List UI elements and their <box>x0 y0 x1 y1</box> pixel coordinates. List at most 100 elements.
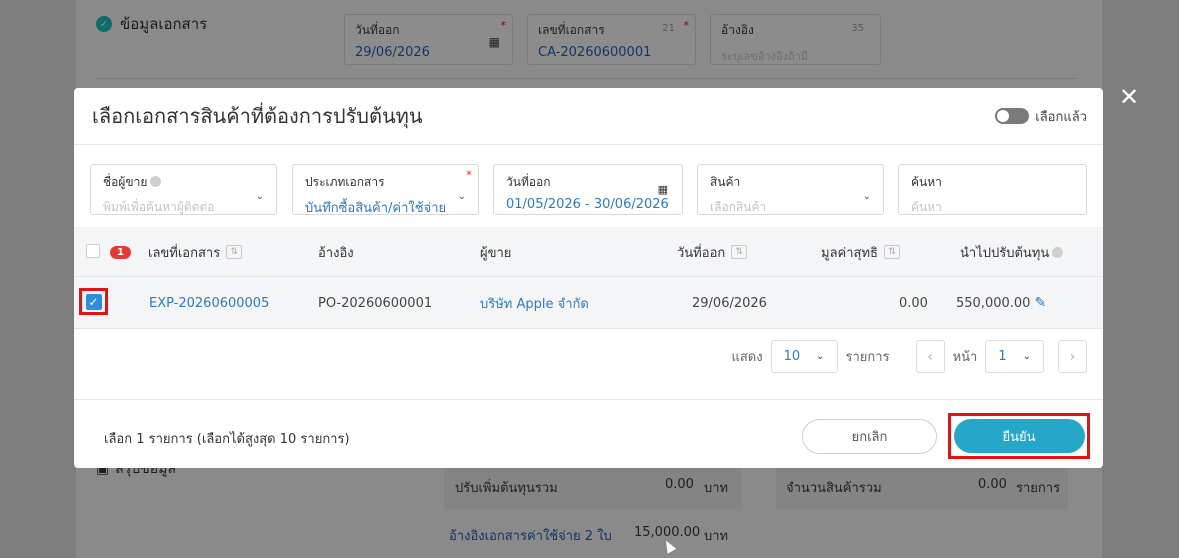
doc-number-counter: 21 <box>662 23 675 34</box>
qty-label: จำนวนสินค้ารวม <box>786 481 882 496</box>
calendar-icon: ▦ <box>657 183 668 196</box>
doc-number-value: CA-20260600001 <box>538 45 652 60</box>
chevron-down-icon: ⌄ <box>862 191 871 202</box>
row-checkbox[interactable]: ✓ <box>85 293 102 310</box>
row-adjust: 550,000.00 ✎ <box>956 277 1046 329</box>
selection-summary: เลือก 1 รายการ (เลือกได้สูงสุด 10 รายการ… <box>104 432 350 447</box>
product-filter-label: สินค้า <box>710 175 741 189</box>
qty-value: 0.00 <box>978 477 1007 492</box>
doc-number-field: เลขที่เอกสาร CA-20260600001 21 * <box>527 14 696 65</box>
col-adjust: นำไปปรับต้นทุน <box>960 227 1064 277</box>
doc-type-filter-value: บันทึกซื้อสินค้า/ค่าใช้จ่าย <box>305 201 447 216</box>
row-net-value: 0.00 <box>899 295 928 311</box>
row-doc-no-link[interactable]: EXP-20260600005 <box>149 277 269 329</box>
increase-unit: บาท <box>704 481 729 496</box>
expense-reference-link[interactable]: อ้างอิงเอกสารค่าใช้จ่าย 2 ใบ <box>449 525 612 546</box>
confirm-button-highlight: ยืนยัน <box>948 413 1090 459</box>
date-range-filter-value: 01/05/2026 - 30/06/2026 <box>506 197 669 212</box>
col-doc-no[interactable]: เลขที่เอกสาร ⇅ <box>148 227 243 277</box>
table-header: 1 เลขที่เอกสาร ⇅ อ้างอิง ผู้ขาย วันที่ออ… <box>74 227 1103 277</box>
col-adjust-label: นำไปปรับต้นทุน <box>960 245 1050 261</box>
product-filter-placeholder: เลือกสินค้า <box>710 200 767 214</box>
search-filter[interactable]: ค้นหา ค้นหา <box>898 164 1087 215</box>
chevron-down-icon: ⌄ <box>816 351 825 362</box>
toggle-label: เลือกแล้ว <box>1035 109 1087 125</box>
info-icon <box>150 176 162 187</box>
selected-only-toggle[interactable] <box>995 108 1030 124</box>
date-range-filter-label: วันที่ออก <box>506 175 551 189</box>
issue-date-value: 29/06/2026 <box>355 45 430 60</box>
date-range-filter[interactable]: วันที่ออก 01/05/2026 - 30/06/2026 ▦ <box>493 164 683 215</box>
pagination: แสดง 10 ⌄ รายการ ‹ หน้า 1 ⌄ › <box>731 340 1087 373</box>
select-document-modal: เลือกเอกสารสินค้าที่ต้องการปรับต้นทุน เล… <box>74 88 1103 468</box>
selected-only-toggle-group: เลือกแล้ว <box>995 106 1087 127</box>
search-input[interactable]: ค้นหา <box>911 198 1074 217</box>
info-icon <box>1052 246 1064 258</box>
page-size-select[interactable]: 10 ⌄ <box>770 340 838 373</box>
required-mark: * <box>500 19 507 32</box>
sort-icon[interactable]: ⇅ <box>226 245 243 259</box>
chevron-down-icon: ⌄ <box>255 191 264 202</box>
prev-page-button[interactable]: ‹ <box>915 340 945 373</box>
pencil-icon[interactable]: ✎ <box>1034 295 1046 311</box>
row-checkbox-highlight: ✓ <box>79 288 108 315</box>
modal-title: เลือกเอกสารสินค้าที่ต้องการปรับต้นทุน <box>92 104 423 128</box>
sort-icon[interactable]: ⇅ <box>883 245 900 259</box>
col-issue-date[interactable]: วันที่ออก ⇅ <box>677 227 748 277</box>
issue-date-field: วันที่ออก 29/06/2026 * ▦ <box>344 14 513 65</box>
expense-reference-value: 15,000.00 <box>634 525 701 540</box>
issue-date-label: วันที่ออก <box>355 23 400 37</box>
row-issue-date: 29/06/2026 <box>692 295 767 311</box>
seller-filter-placeholder: พิมพ์เพื่อค้นหาผู้ติดต่อ <box>103 200 215 214</box>
close-icon[interactable]: ✕ <box>1118 83 1140 111</box>
col-doc-no-label: เลขที่เอกสาร <box>148 245 221 261</box>
reference-label: อ้างอิง <box>721 23 754 37</box>
section-title: ✓ ข้อมูลเอกสาร <box>96 12 207 36</box>
show-label: แสดง <box>731 350 763 365</box>
increase-label: ปรับเพิ่มต้นทุนรวม <box>455 481 558 496</box>
check-circle-icon: ✓ <box>96 16 112 32</box>
reference-counter: 35 <box>851 23 864 34</box>
page-select[interactable]: 1 ⌄ <box>985 340 1044 373</box>
page-label: หน้า <box>952 350 978 365</box>
expense-reference-unit: บาท <box>704 529 729 544</box>
doc-type-filter[interactable]: ประเภทเอกสาร บันทึกซื้อสินค้า/ค่าใช้จ่าย… <box>292 164 479 216</box>
increase-value: 0.00 <box>665 477 694 492</box>
col-seller: ผู้ขาย <box>480 245 512 261</box>
seller-filter[interactable]: ชื่อผู้ขาย พิมพ์เพื่อค้นหาผู้ติดต่อ ⌄ <box>90 164 277 215</box>
next-page-button[interactable]: › <box>1058 340 1087 373</box>
search-filter-label: ค้นหา <box>911 175 942 189</box>
modal-footer: เลือก 1 รายการ (เลือกได้สูงสุด 10 รายการ… <box>74 399 1103 468</box>
col-issue-date-label: วันที่ออก <box>677 245 726 261</box>
sort-icon[interactable]: ⇅ <box>731 245 748 259</box>
reference-placeholder: ระบุเลขอ้างอิงถ้ามี <box>721 50 809 63</box>
cancel-button[interactable]: ยกเลิก <box>802 419 937 454</box>
section-title-text: ข้อมูลเอกสาร <box>120 15 208 33</box>
items-label: รายการ <box>845 350 890 365</box>
qty-unit: รายการ <box>1016 481 1061 496</box>
page-value: 1 <box>998 349 1007 364</box>
required-mark: * <box>683 19 690 32</box>
chevron-down-icon: ⌄ <box>457 191 466 202</box>
required-mark: * <box>466 168 472 182</box>
toggle-knob <box>997 110 1010 122</box>
select-all-checkbox[interactable] <box>86 244 100 258</box>
divider <box>97 78 1077 79</box>
confirm-button[interactable]: ยืนยัน <box>953 419 1085 453</box>
row-seller-link[interactable]: บริษัท Apple จำกัด <box>480 277 589 329</box>
selected-count-badge: 1 <box>110 227 131 277</box>
product-filter[interactable]: สินค้า เลือกสินค้า ⌄ <box>697 164 884 215</box>
row-adjust-value: 550,000.00 <box>956 295 1031 311</box>
table-row[interactable]: ✓ EXP-20260600005 PO-20260600001 บริษัท … <box>74 277 1103 329</box>
reference-field: อ้างอิง ระบุเลขอ้างอิงถ้ามี 35 <box>710 14 881 65</box>
modal-header: เลือกเอกสารสินค้าที่ต้องการปรับต้นทุน เล… <box>74 88 1103 145</box>
filter-bar: ชื่อผู้ขาย พิมพ์เพื่อค้นหาผู้ติดต่อ ⌄ ปร… <box>90 164 1087 216</box>
seller-filter-label: ชื่อผู้ขาย <box>103 173 264 192</box>
col-net-value[interactable]: มูลค่าสุทธิ ⇅ <box>821 227 900 277</box>
col-reference: อ้างอิง <box>318 245 354 261</box>
chevron-down-icon: ⌄ <box>1022 351 1031 362</box>
page-size-value: 10 <box>783 349 801 364</box>
calendar-icon: ▦ <box>488 35 500 49</box>
row-reference: PO-20260600001 <box>318 295 433 311</box>
doc-type-filter-label: ประเภทเอกสาร <box>305 175 385 189</box>
